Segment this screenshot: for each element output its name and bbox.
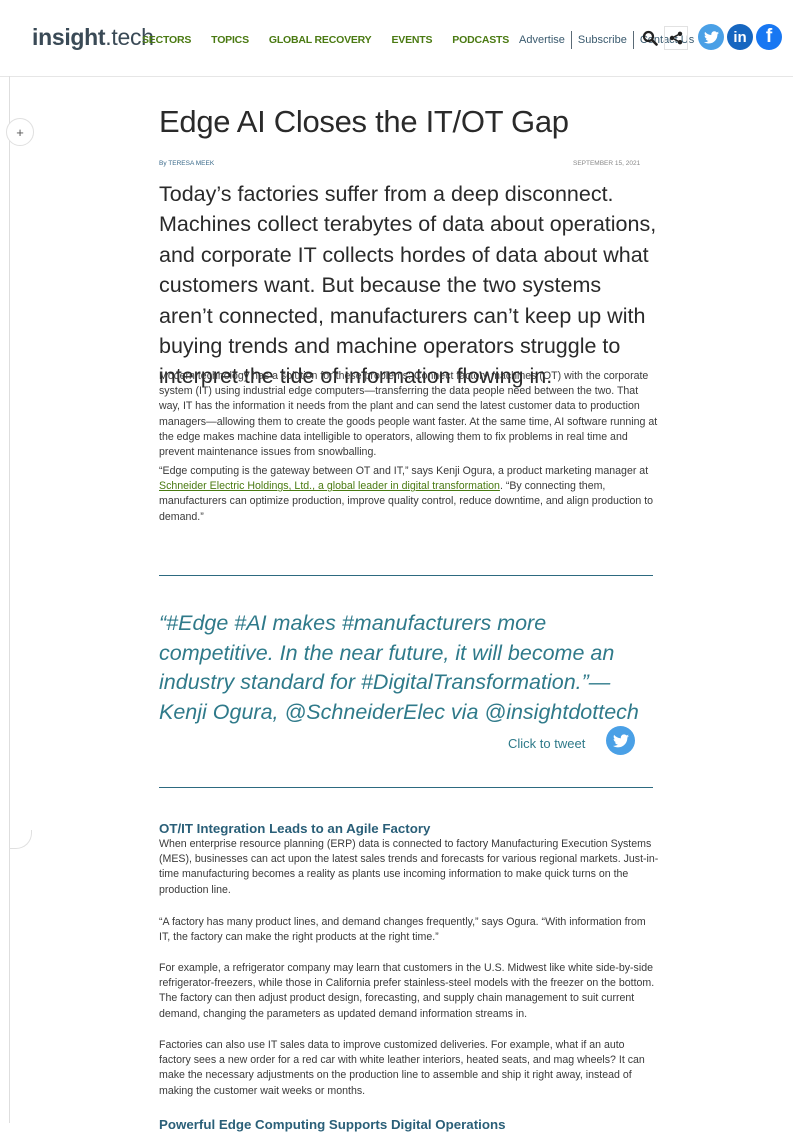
twitter-icon[interactable] bbox=[606, 726, 635, 755]
pull-quote[interactable]: “#Edge #AI makes #manufacturers more com… bbox=[159, 609, 649, 727]
paragraph-1: Modern technology has a solution for the… bbox=[159, 370, 658, 459]
main-nav: SECTORS TOPICS GLOBAL RECOVERY EVENTS PO… bbox=[142, 31, 700, 49]
linkedin-icon[interactable]: in bbox=[727, 24, 753, 50]
article-lead: Today’s factories suffer from a deep dis… bbox=[159, 182, 657, 389]
nav-subscribe[interactable]: Subscribe bbox=[572, 34, 633, 46]
search-icon[interactable] bbox=[642, 30, 658, 46]
facebook-icon[interactable]: f bbox=[756, 24, 782, 50]
quote-divider-bottom bbox=[159, 787, 653, 788]
article-date: SEPTEMBER 15, 2021 bbox=[573, 160, 641, 167]
article-title: Edge AI Closes the IT/OT Gap bbox=[159, 104, 569, 139]
nav-podcasts[interactable]: PODCASTS bbox=[452, 34, 509, 46]
paragraph-5: For example, a refrigerator company may … bbox=[159, 962, 655, 1020]
sidebar-rail bbox=[9, 76, 10, 1123]
section-heading-next: Powerful Edge Computing Supports Digital… bbox=[159, 1117, 506, 1132]
nav-global-recovery[interactable]: GLOBAL RECOVERY bbox=[269, 34, 372, 46]
paragraph-3: When enterprise resource planning (ERP) … bbox=[159, 838, 659, 896]
section-heading: OT/IT Integration Leads to an Agile Fact… bbox=[159, 821, 431, 836]
site-logo[interactable]: insight.tech bbox=[32, 24, 154, 51]
article-byline[interactable]: By TERESA MEEK bbox=[159, 160, 214, 167]
paragraph-4: “A factory has many product lines, and d… bbox=[159, 916, 646, 944]
click-to-tweet-link[interactable]: Click to tweet bbox=[508, 736, 585, 751]
paragraph-2: “Edge computing is the gateway between O… bbox=[159, 465, 654, 523]
nav-sectors[interactable]: SECTORS bbox=[142, 34, 191, 46]
quote-divider-top bbox=[159, 575, 653, 576]
expand-sidebar-button[interactable]: + bbox=[6, 118, 34, 146]
sidebar-rail-curve bbox=[9, 830, 32, 849]
paragraph-6: Factories can also use IT sales data to … bbox=[159, 1039, 645, 1097]
nav-topics[interactable]: TOPICS bbox=[211, 34, 249, 46]
twitter-icon[interactable] bbox=[698, 24, 724, 50]
site-header: insight.tech SECTORS TOPICS GLOBAL RECOV… bbox=[0, 0, 793, 77]
nav-events[interactable]: EVENTS bbox=[391, 34, 432, 46]
schneider-electric-link[interactable]: Schneider Electric Holdings, Ltd., a glo… bbox=[159, 480, 500, 492]
share-icon[interactable] bbox=[664, 26, 688, 50]
nav-advertise[interactable]: Advertise bbox=[513, 34, 571, 46]
